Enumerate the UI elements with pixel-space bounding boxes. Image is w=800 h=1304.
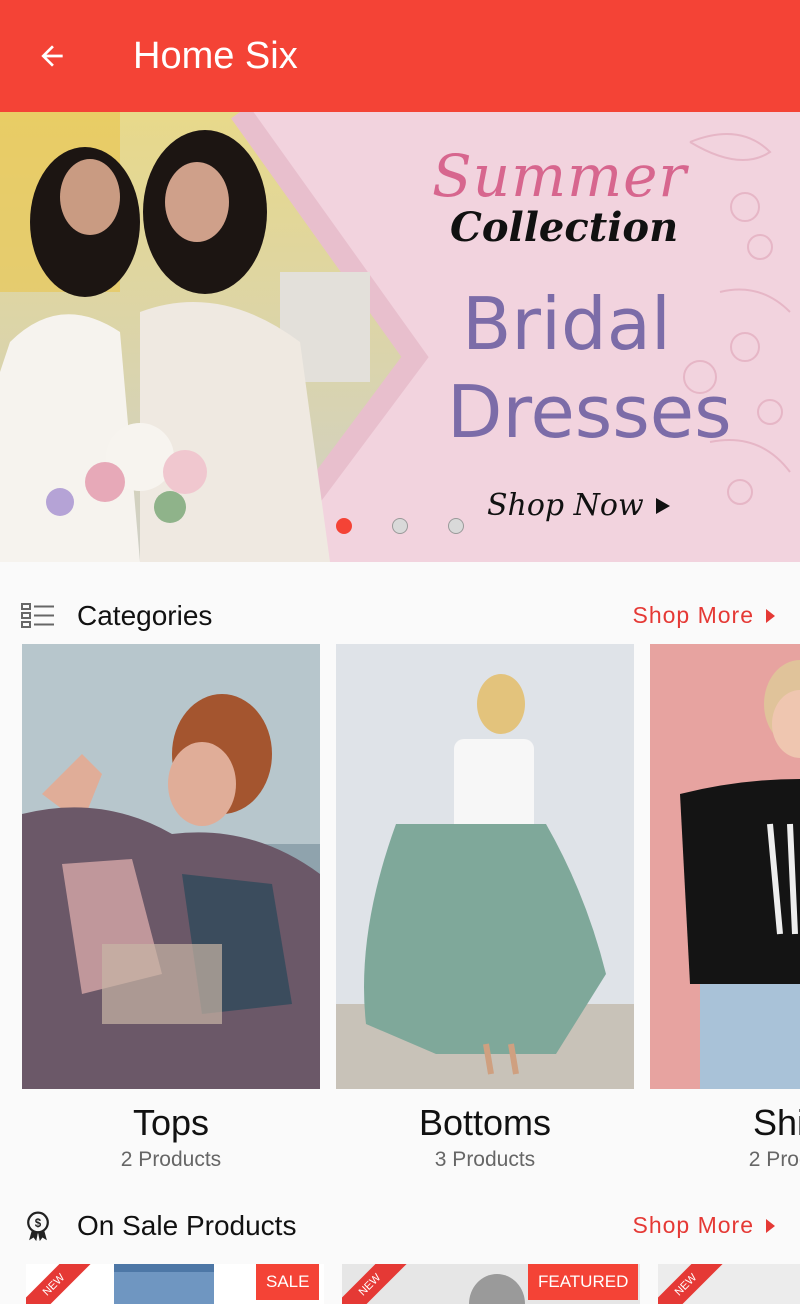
- shop-more-label: Shop More: [632, 1212, 754, 1238]
- play-icon: [655, 497, 670, 514]
- categories-title: Categories: [77, 600, 213, 631]
- category-count: 3 Products: [434, 1148, 536, 1171]
- category-image-tops: [22, 644, 320, 1089]
- shop-now-label: Shop Now: [487, 488, 644, 523]
- page-title: Home Six: [133, 35, 298, 77]
- carousel-dot-2[interactable]: [392, 518, 408, 534]
- sale-badge: SALE: [256, 1264, 320, 1300]
- category-card-bottoms[interactable]: Bottoms 3 Products: [336, 644, 634, 1172]
- on-sale-header: $ On Sale Products Shop More: [0, 1202, 800, 1250]
- svg-text:$: $: [35, 1218, 42, 1230]
- promo-banner[interactable]: Summer Collection Bridal Dresses Shop No…: [0, 112, 800, 562]
- list-icon: [21, 603, 54, 628]
- category-count: 2 Products: [748, 1148, 800, 1171]
- categories-header: Categories Shop More: [0, 592, 800, 640]
- on-sale-shop-more-link[interactable]: Shop More: [632, 1212, 775, 1239]
- arrow-left-icon: [41, 45, 63, 67]
- category-name: Shirts: [752, 1102, 800, 1143]
- category-image-shirts: [650, 644, 800, 1089]
- category-card-shirts[interactable]: Shirts 2 Products: [650, 644, 800, 1172]
- categories-shop-more-link[interactable]: Shop More: [632, 602, 775, 629]
- back-button[interactable]: [30, 34, 74, 78]
- on-sale-title: On Sale Products: [77, 1210, 297, 1241]
- product-card[interactable]: NEW FEATURED: [342, 1264, 640, 1304]
- category-name: Tops: [132, 1102, 210, 1143]
- banner-headline-summer: Summer: [432, 142, 688, 210]
- shop-more-label: Shop More: [632, 602, 754, 628]
- product-card[interactable]: NEW SALE: [26, 1264, 324, 1304]
- banner-headline-bridal: Bridal: [462, 282, 671, 366]
- banner-shop-now-button[interactable]: Shop Now: [487, 488, 670, 523]
- categories-carousel[interactable]: Tops 2 Products Bottoms 3 Products Shirt…: [22, 644, 800, 1174]
- category-count: 2 Products: [120, 1148, 222, 1171]
- category-card-tops[interactable]: Tops 2 Products: [22, 644, 320, 1172]
- category-name: Bottoms: [418, 1102, 552, 1143]
- featured-badge: FEATURED: [528, 1264, 639, 1300]
- caret-right-icon: [766, 608, 775, 623]
- banner-headline-dresses: Dresses: [447, 370, 732, 454]
- award-medal-icon: $: [27, 1211, 49, 1242]
- on-sale-products-carousel[interactable]: NEW SALE NEW FEATURED NEW: [26, 1264, 800, 1304]
- carousel-dot-1[interactable]: [336, 518, 352, 534]
- category-image-bottoms: [336, 644, 634, 1089]
- carousel-dot-3[interactable]: [448, 518, 464, 534]
- carousel-indicators: [336, 518, 464, 534]
- banner-headline-collection: Collection: [450, 204, 679, 251]
- product-card[interactable]: NEW: [658, 1264, 800, 1304]
- app-bar: Home Six: [0, 0, 800, 112]
- caret-right-icon: [766, 1218, 775, 1233]
